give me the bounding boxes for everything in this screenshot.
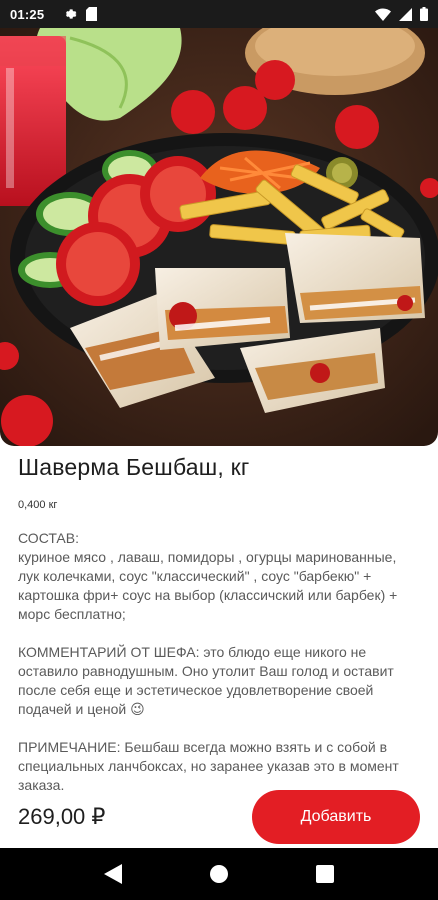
- add-to-cart-button[interactable]: Добавить: [252, 790, 420, 844]
- product-title: Шаверма Бешбаш, кг: [18, 454, 250, 480]
- home-icon[interactable]: [199, 854, 239, 894]
- wifi-icon: [375, 7, 391, 21]
- back-icon[interactable]: [93, 854, 133, 894]
- status-time: 01:25: [10, 6, 45, 22]
- product-price: 269,00 ₽: [18, 804, 106, 829]
- status-bar: 01:25: [0, 0, 438, 28]
- product-weight: 0,400 кг: [18, 499, 58, 511]
- product-description: СОСТАВ: куриное мясо , лаваш, помидоры ,…: [18, 530, 399, 793]
- navigation-bar: [0, 848, 438, 900]
- recents-icon[interactable]: [305, 854, 345, 894]
- product-footer: 269,00 ₽ Добавить: [0, 786, 438, 848]
- settings-icon: [63, 7, 77, 21]
- signal-icon: [399, 7, 412, 21]
- battery-icon: [420, 7, 428, 21]
- product-image: [0, 28, 438, 446]
- sd-card-icon: [86, 7, 98, 21]
- product-details: Шаверма Бешбаш, кг 0,400 кг СОСТАВ: кури…: [18, 446, 420, 795]
